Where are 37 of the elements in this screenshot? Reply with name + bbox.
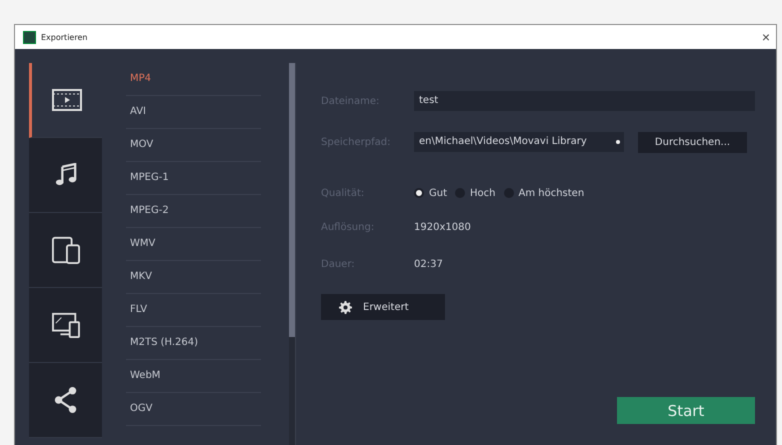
gear-icon (339, 300, 352, 314)
filename-field[interactable]: test (414, 91, 755, 111)
browse-button[interactable]: Durchsuchen... (638, 132, 747, 152)
devices-icon (50, 236, 80, 264)
category-tab[interactable] (29, 363, 102, 438)
window-title: Exportieren (41, 32, 88, 42)
duration-value: 02:37 (414, 258, 443, 270)
resolution-value: 1920x1080 (414, 222, 471, 232)
format-item[interactable]: MPEG-1 (126, 162, 261, 195)
radio-button[interactable] (414, 188, 424, 198)
category-tab[interactable] (29, 213, 102, 288)
path-dropdown[interactable]: en\Michael\Videos\Movavi Library (414, 132, 624, 152)
format-item[interactable]: MOV (126, 129, 261, 162)
category-tab[interactable] (29, 138, 102, 213)
format-item[interactable]: MPEG-2 (126, 195, 261, 228)
radio-label: Gut (429, 188, 448, 198)
share-icon (52, 386, 78, 414)
close-button[interactable]: × (756, 30, 776, 44)
app-icon (23, 30, 36, 44)
start-button[interactable]: Start (617, 397, 755, 424)
caret-icon (616, 140, 620, 144)
format-item[interactable]: AVI (126, 96, 261, 129)
category-tab[interactable] (29, 288, 102, 363)
format-item[interactable]: MKV (126, 261, 261, 294)
format-item[interactable]: OGV (126, 393, 261, 426)
radio-label: Am höchsten (518, 188, 584, 198)
monitor-phone-icon (50, 312, 80, 338)
format-item[interactable]: FLV (126, 294, 261, 327)
format-item[interactable]: M2TS (H.264) (126, 327, 261, 360)
music-note-icon (54, 163, 76, 187)
advanced-button[interactable]: Erweitert (321, 294, 445, 320)
scrollbar-thumb[interactable] (289, 63, 295, 337)
film-icon (52, 89, 82, 111)
radio-label: Hoch (470, 188, 496, 198)
format-item[interactable]: MP4 (126, 63, 261, 96)
format-item[interactable]: WebM (126, 360, 261, 393)
format-item[interactable]: WMV (126, 228, 261, 261)
